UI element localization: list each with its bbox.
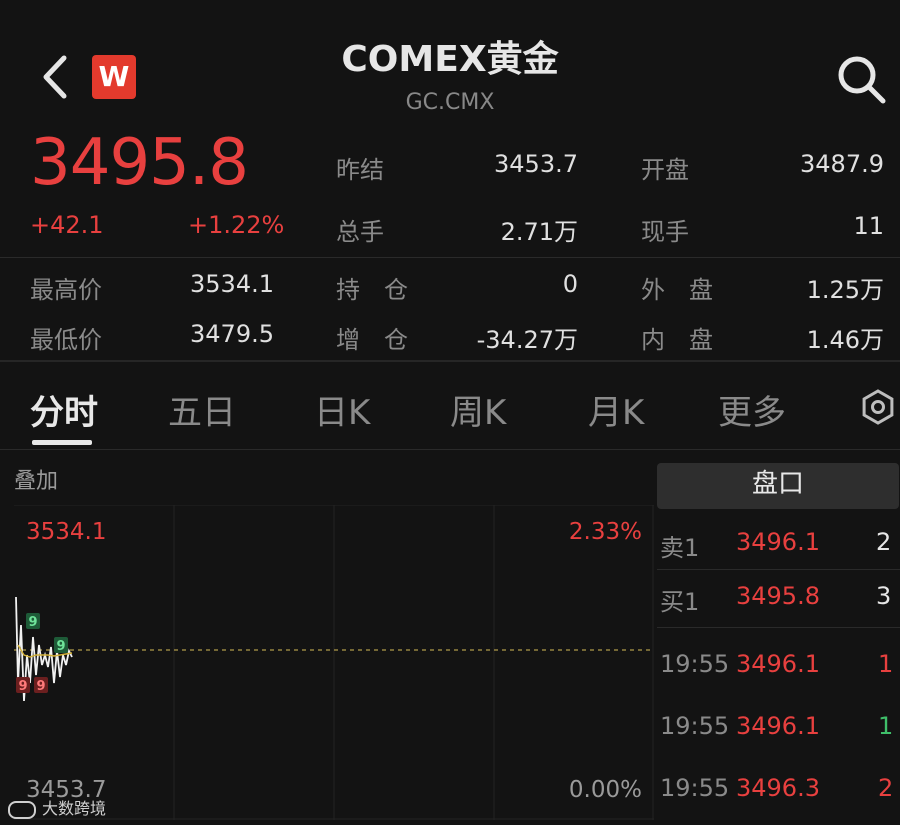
search-icon[interactable] — [834, 52, 888, 106]
watermark-logo-icon — [8, 800, 36, 819]
trade-volume: 1 — [878, 650, 894, 678]
bid-1-label: 买1 — [660, 588, 700, 616]
app-logo: W — [92, 55, 136, 99]
divider — [0, 257, 900, 258]
tab-weekly-k[interactable]: 周K — [450, 385, 506, 434]
stat-value: 2.71万 — [500, 218, 578, 246]
stat-value: 3487.9 — [800, 150, 884, 178]
back-arrow-icon[interactable] — [36, 52, 76, 102]
overlay-button[interactable]: 叠加 — [14, 463, 58, 495]
stat-value: 0 — [562, 270, 578, 298]
trade-time: 19:55 — [660, 774, 730, 802]
page-title: COMEX黄金 — [341, 39, 559, 80]
tab-monthly-k[interactable]: 月K — [588, 385, 644, 434]
trade-price: 3496.1 — [736, 712, 820, 740]
ask-1-label: 卖1 — [660, 534, 700, 562]
order-book-header[interactable]: 盘口 — [657, 463, 899, 509]
svg-text:9: 9 — [56, 639, 65, 654]
ask-1-price: 3496.1 — [736, 528, 820, 556]
divider — [0, 449, 900, 450]
ask-1-volume: 2 — [876, 528, 892, 556]
trade-volume: 2 — [878, 774, 894, 802]
chart-top-percent: 2.33% — [569, 519, 642, 545]
price-change-percent: +1.22% — [188, 211, 285, 239]
stat-value: 3453.7 — [494, 150, 578, 178]
divider — [0, 360, 900, 362]
tab-daily-k[interactable]: 日K — [314, 385, 370, 434]
stat-value: -34.27万 — [476, 326, 578, 354]
bid-1-volume: 3 — [876, 582, 892, 610]
stat-label: 最高价 — [30, 276, 102, 304]
stat-label: 内 盘 — [641, 326, 713, 354]
ticker-code: GC.CMX — [405, 90, 495, 115]
stat-label: 增 仓 — [336, 326, 408, 354]
stat-label: 昨结 — [336, 156, 384, 184]
price-change: +42.1 — [30, 211, 104, 239]
trade-time: 19:55 — [660, 712, 730, 740]
stat-label: 持 仓 — [336, 276, 408, 304]
stat-label: 总手 — [336, 218, 384, 246]
stat-value: 3534.1 — [190, 270, 274, 298]
stat-label: 开盘 — [641, 156, 689, 184]
stat-label: 外 盘 — [641, 276, 713, 304]
intraday-chart: 9 9 9 9 3534.1 2.33% 3453.7 0.00% — [14, 505, 654, 820]
stat-value: 1.46万 — [806, 326, 884, 354]
chart-bottom-percent: 0.00% — [569, 777, 642, 803]
tab-more[interactable]: 更多 — [718, 385, 786, 434]
svg-text:9: 9 — [28, 615, 37, 630]
bid-1-price: 3495.8 — [736, 582, 820, 610]
svg-text:9: 9 — [36, 679, 45, 694]
divider — [657, 627, 900, 628]
settings-icon[interactable] — [860, 389, 896, 425]
trade-price: 3496.3 — [736, 774, 820, 802]
tab-five-day[interactable]: 五日 — [168, 385, 236, 434]
svg-text:9: 9 — [18, 679, 27, 694]
stat-label: 最低价 — [30, 326, 102, 354]
active-tab-indicator — [32, 440, 92, 445]
divider — [657, 569, 900, 570]
trade-volume: 1 — [878, 712, 894, 740]
trade-price: 3496.1 — [736, 650, 820, 678]
stat-value: 3479.5 — [190, 320, 274, 348]
watermark: 大数跨境 — [8, 795, 106, 819]
trade-time: 19:55 — [660, 650, 730, 678]
chart-grid — [14, 505, 654, 820]
stat-value: 1.25万 — [806, 276, 884, 304]
last-price: 3495.8 — [30, 126, 249, 200]
stat-value: 11 — [853, 212, 884, 240]
chart-top-price: 3534.1 — [26, 519, 106, 545]
stat-label: 现手 — [641, 218, 689, 246]
tab-intraday[interactable]: 分时 — [30, 385, 98, 434]
